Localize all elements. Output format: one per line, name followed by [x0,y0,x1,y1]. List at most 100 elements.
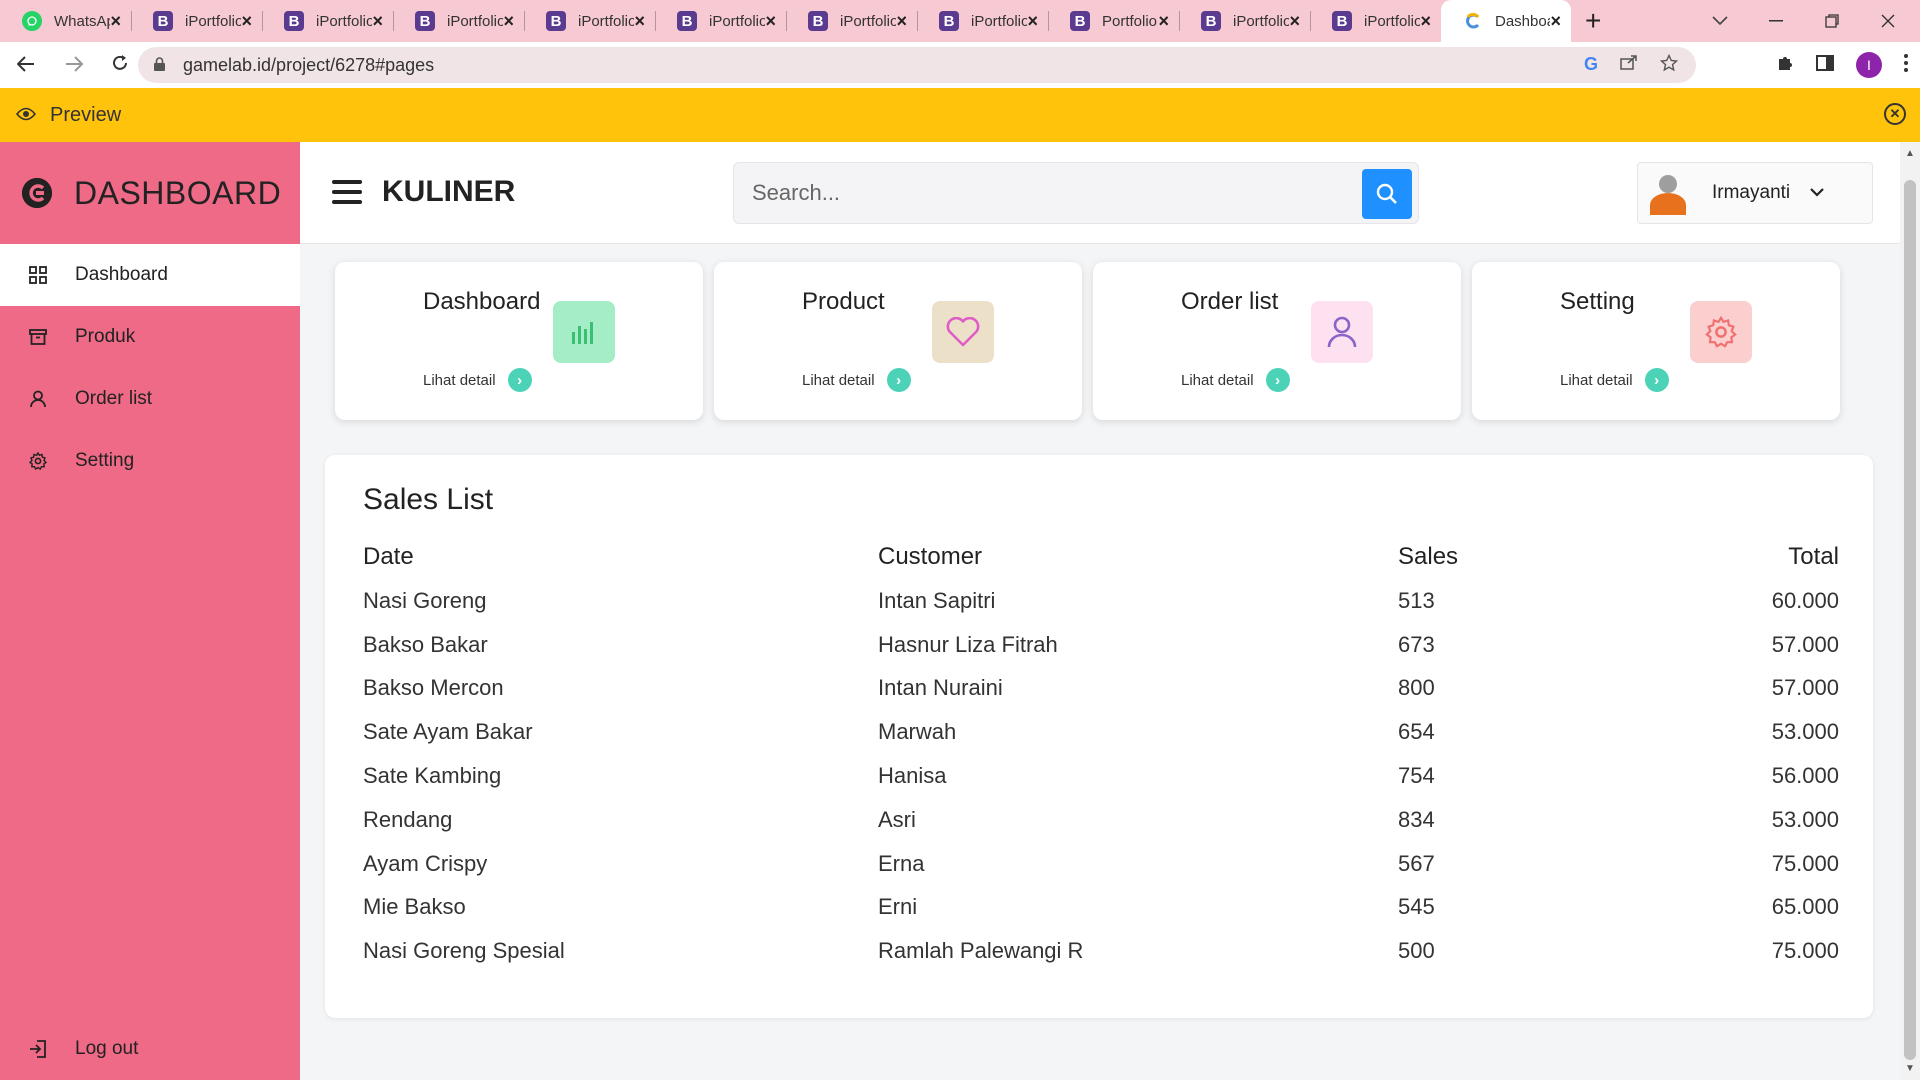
browser-tab[interactable]: BiPortfolio × [1310,0,1441,42]
card-product[interactable]: Product Lihat detail › [714,262,1082,420]
tab-strip: WhatsApp×BiPortfolio×BiPortfolio×BiPortf… [0,0,1571,42]
profile-avatar[interactable]: I [1856,52,1882,78]
browser-tab[interactable]: B Portfolio × [1048,0,1179,42]
cell-customer: Intan Nuraini [878,675,1003,701]
tab-close-icon[interactable]: × [1027,11,1038,32]
cell-customer: Erna [878,850,925,876]
cell-date: Nasi Goreng [363,587,487,613]
preview-label: Preview [50,103,122,126]
bookmark-star-icon[interactable] [1659,53,1679,77]
google-icon[interactable]: G [1584,54,1598,77]
sidebar: DASHBOARD Dashboard Produk Order list Se… [0,142,300,1080]
user-icon [1311,301,1373,363]
tab-close-icon[interactable]: × [372,11,383,32]
cell-total: 65.000 [1771,894,1839,920]
forward-arrow-icon[interactable] [56,52,92,78]
bootstrap-icon: B [546,11,566,31]
sidebar-item-label: Dashboard [75,264,168,285]
browser-tab[interactable]: BiPortfolio × [1179,0,1310,42]
table-row: Bakso Mercon Intan Nuraini 800 57.000 [363,667,1839,711]
lock-icon [154,56,165,74]
tab-title: Portfolio [1102,12,1158,30]
card-order-list[interactable]: Order list Lihat detail › [1093,262,1461,420]
page-scrollbar[interactable]: ▲ ▼ [1900,142,1920,1080]
browser-tab[interactable]: BiPortfolio × [262,0,393,42]
tab-close-icon[interactable]: × [1420,11,1431,32]
cell-total: 53.000 [1771,719,1839,745]
grid-icon [28,265,48,285]
lihat-detail-link[interactable]: Lihat detail › [1560,368,1669,392]
browser-tab[interactable]: BiPortfolio × [393,0,524,42]
browser-tab[interactable]: BiPortfolio × [786,0,917,42]
table-header-row: Date Customer Sales Total [363,535,1839,579]
side-panel-icon[interactable] [1816,54,1834,76]
url-text: gamelab.id/project/6278#pages [183,54,435,75]
browser-tab[interactable]: BiPortfolio × [131,0,262,42]
scroll-up-icon[interactable]: ▲ [1905,148,1915,159]
scroll-thumb[interactable] [1904,180,1916,1060]
browser-tab[interactable]: WhatsApp× [0,0,131,42]
sales-table: Date Customer Sales Total Nasi Goreng Int… [363,535,1839,973]
cell-customer: Hasnur Liza Fitrah [878,631,1058,657]
table-row: Rendang Asri 834 53.000 [363,798,1839,842]
brand[interactable]: DASHBOARD [0,142,300,244]
sidebar-item-setting[interactable]: Setting [0,430,300,492]
sidebar-item-dashboard[interactable]: Dashboard [0,244,300,306]
archive-icon [28,327,48,347]
lihat-detail-link[interactable]: Lihat detail › [802,368,911,392]
cell-date: Ayam Crispy [363,850,488,876]
tab-title: iPortfolio [185,12,241,30]
tab-title: iPortfolio [971,12,1027,30]
cell-total: 75.000 [1771,938,1839,964]
tab-close-icon[interactable]: × [896,11,907,32]
tab-close-icon[interactable]: × [503,11,514,32]
avatar [1648,171,1688,215]
lihat-detail-link[interactable]: Lihat detail › [423,368,532,392]
cell-customer: Hanisa [878,763,947,789]
tab-close-icon[interactable]: × [1289,11,1300,32]
tab-close-icon[interactable]: × [110,11,121,32]
search-box [733,162,1419,224]
cell-sales: 673 [1398,631,1435,657]
hamburger-menu-icon[interactable] [332,180,362,204]
browser-tab[interactable]: Dashboard× [1441,0,1571,42]
heart-icon [932,301,994,363]
tab-close-icon[interactable]: × [1158,11,1169,32]
tab-close-icon[interactable]: × [1550,11,1561,32]
close-preview-icon[interactable]: ✕ [1884,103,1906,125]
bootstrap-icon: B [1070,11,1090,31]
logout-button[interactable]: Log out [0,1018,300,1080]
share-icon[interactable] [1620,54,1638,77]
tab-close-icon[interactable]: × [634,11,645,32]
minimize-icon[interactable] [1756,0,1796,42]
tab-close-icon[interactable]: × [765,11,776,32]
cell-total: 56.000 [1771,763,1839,789]
sidebar-item-order-list[interactable]: Order list [0,368,300,430]
gear-icon [1690,301,1752,363]
address-bar[interactable]: gamelab.id/project/6278#pages G [138,47,1696,83]
user-menu[interactable]: Irmayanti [1637,162,1873,224]
browser-menu-icon[interactable] [1904,53,1908,77]
restore-icon[interactable] [1812,0,1852,42]
chevron-right-icon: › [507,368,532,392]
browser-tab[interactable]: BiPortfolio × [655,0,786,42]
chevron-right-icon: › [1265,368,1290,392]
scroll-down-icon[interactable]: ▼ [1905,1063,1915,1074]
lihat-detail-link[interactable]: Lihat detail › [1181,368,1290,392]
card-title: Order list [1181,288,1279,315]
reload-icon[interactable] [102,52,138,78]
card-setting[interactable]: Setting Lihat detail › [1472,262,1840,420]
back-arrow-icon[interactable] [8,52,44,78]
tab-close-icon[interactable]: × [241,11,252,32]
card-dashboard[interactable]: Dashboard Lihat detail › [335,262,703,420]
search-input[interactable] [734,163,1334,223]
browser-tab[interactable]: BiPortfolio × [917,0,1048,42]
tab-search-icon[interactable] [1700,0,1740,42]
sidebar-item-produk[interactable]: Produk [0,306,300,368]
gamelab-logo-icon [22,178,52,208]
search-button[interactable] [1362,169,1412,219]
new-tab-button[interactable]: + [1585,0,1601,42]
extensions-puzzle-icon[interactable] [1776,54,1794,77]
browser-tab[interactable]: BiPortfolio × [524,0,655,42]
close-window-icon[interactable] [1868,0,1908,42]
